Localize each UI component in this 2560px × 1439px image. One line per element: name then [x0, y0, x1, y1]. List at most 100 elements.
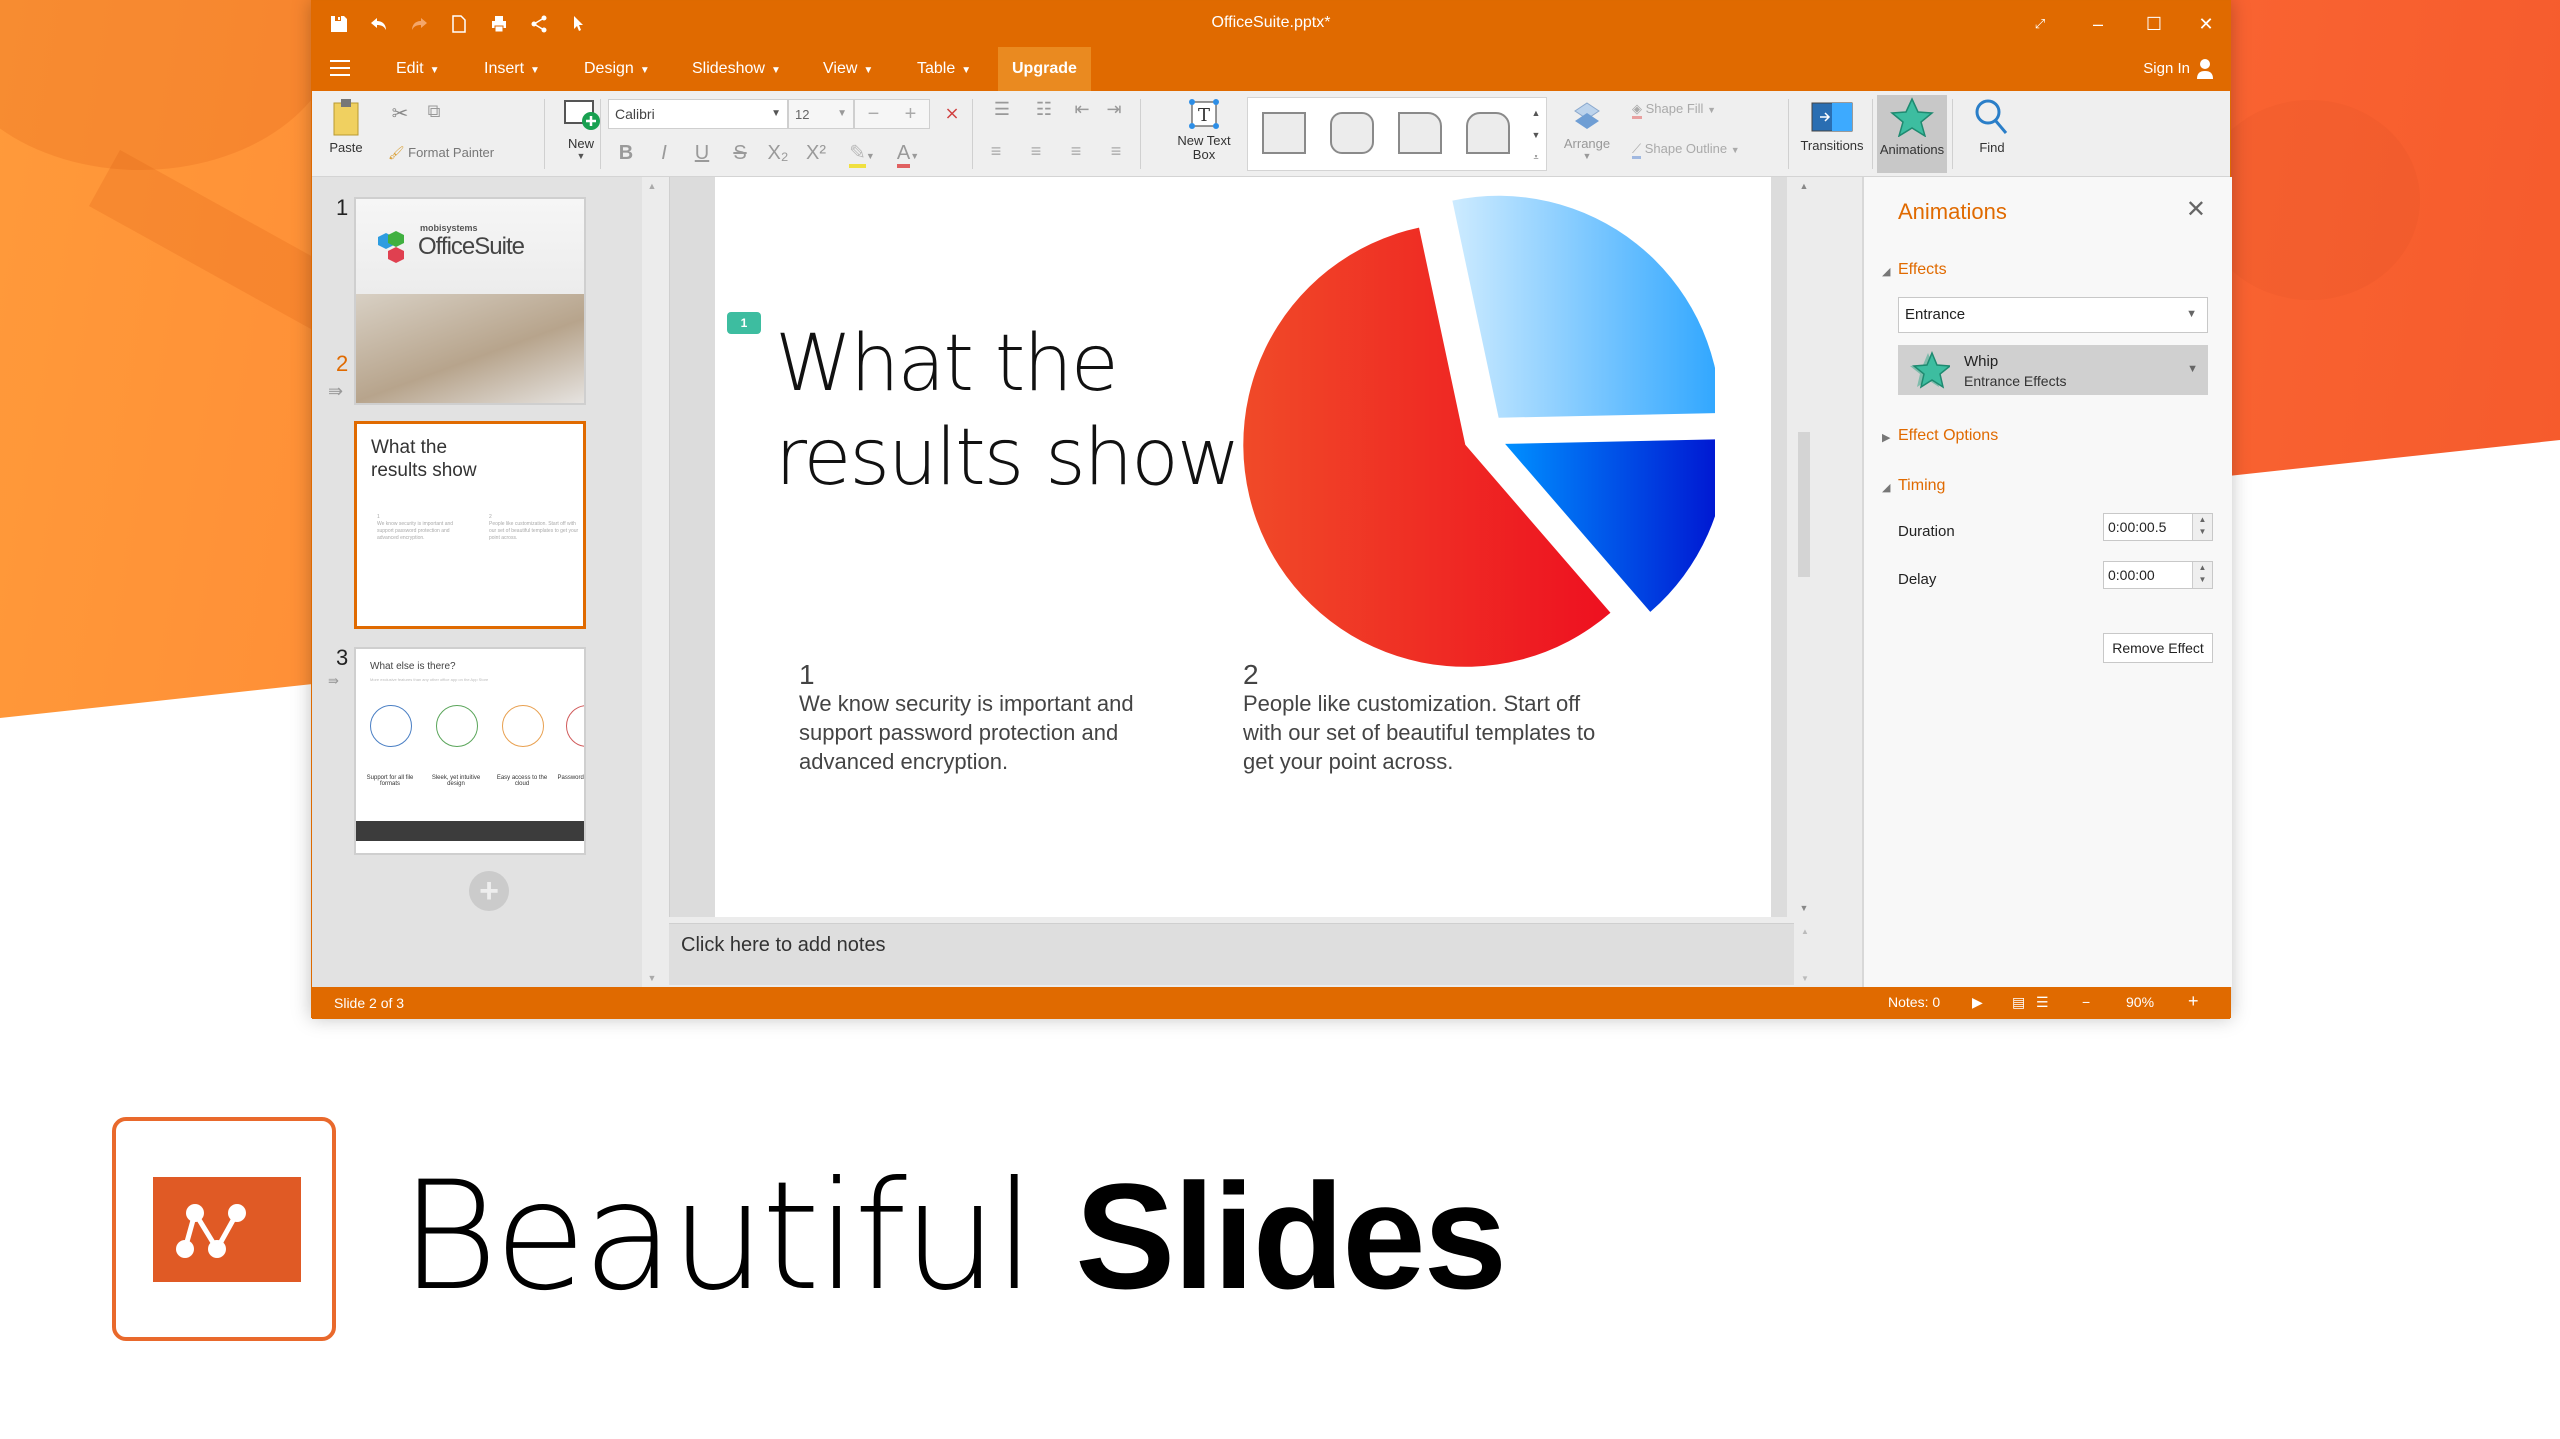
add-slide-button[interactable]: +: [469, 871, 509, 911]
italic-button[interactable]: I: [650, 139, 678, 167]
decrease-indent-button[interactable]: ⇤: [1070, 99, 1094, 120]
align-left-button[interactable]: ≡: [984, 141, 1008, 162]
scroll-up-icon[interactable]: ▲: [642, 177, 662, 191]
scroll-down-icon[interactable]: ▼: [1795, 903, 1813, 913]
new-slide-button[interactable]: New ▼: [556, 97, 606, 161]
column-2-text[interactable]: People like customization. Start off wit…: [1243, 689, 1623, 776]
print-button[interactable]: [486, 11, 512, 37]
font-name-select[interactable]: Calibri ▼: [608, 99, 788, 129]
zoom-level[interactable]: 90%: [2126, 994, 2154, 1010]
scroll-down-icon[interactable]: ▼: [642, 973, 662, 983]
effect-options-section-header[interactable]: Effect Options: [1898, 427, 1998, 445]
hamburger-menu-icon[interactable]: [330, 60, 350, 78]
increase-font-icon[interactable]: +: [905, 103, 917, 126]
strikethrough-button[interactable]: S: [726, 139, 754, 167]
cut-button[interactable]: ✂: [388, 101, 412, 126]
shape-snipped-rectangle[interactable]: [1398, 112, 1442, 154]
copy-button[interactable]: ⧉: [422, 101, 446, 122]
shape-outline-button[interactable]: ⟋ Shape Outline ▼: [1632, 141, 1772, 159]
save-button[interactable]: [326, 11, 352, 37]
column-1-text[interactable]: We know security is important and suppor…: [799, 689, 1179, 776]
timing-section-header[interactable]: Timing: [1898, 477, 1945, 495]
slide-scrollbar[interactable]: ▲ ▼: [1795, 177, 1813, 917]
close-window-button[interactable]: ✕: [2186, 9, 2226, 39]
maximize-button[interactable]: ☐: [2134, 9, 2174, 39]
new-document-button[interactable]: [446, 11, 472, 37]
shape-round-top-rectangle[interactable]: [1466, 112, 1510, 154]
underline-button[interactable]: U: [688, 139, 716, 167]
superscript-button[interactable]: X²: [802, 139, 830, 167]
paste-button[interactable]: Paste: [324, 97, 368, 155]
scroll-up-icon[interactable]: ▲: [1795, 177, 1813, 191]
slide-thumbnail-1[interactable]: mobisystems OfficeSuite: [354, 197, 586, 405]
align-center-button[interactable]: ≡: [1024, 141, 1048, 162]
font-size-stepper[interactable]: − +: [854, 99, 930, 129]
slide-thumbnail-2[interactable]: What the results show 1 We know security …: [354, 421, 586, 629]
fullscreen-button[interactable]: ⤢: [2020, 9, 2060, 39]
increase-indent-button[interactable]: ⇥: [1102, 99, 1126, 120]
gallery-scroll[interactable]: ▲ ▼ ⩡: [1530, 102, 1542, 168]
effect-category-select[interactable]: Entrance ▼: [1898, 297, 2208, 333]
slide-canvas[interactable]: 1 What the results show 1 We know securi…: [715, 177, 1771, 917]
share-button[interactable]: [526, 11, 552, 37]
zoom-out-button[interactable]: −: [2082, 994, 2090, 1010]
menu-slideshow[interactable]: Slideshow ▼: [684, 47, 789, 91]
scroll-thumb[interactable]: [1798, 432, 1810, 577]
font-size-select[interactable]: 12 ▼: [788, 99, 854, 129]
sign-in-button[interactable]: Sign In: [2143, 47, 2214, 91]
zoom-in-button[interactable]: +: [2188, 991, 2199, 1012]
notes-count[interactable]: Notes: 0: [1888, 994, 1940, 1010]
notes-scrollbar[interactable]: ▲ ▼: [1797, 923, 1813, 985]
outline-view-button[interactable]: ☰: [2036, 994, 2049, 1011]
pie-slice-2[interactable]: [1452, 195, 1715, 418]
remove-effect-button[interactable]: Remove Effect: [2103, 633, 2213, 663]
undo-button[interactable]: [366, 11, 392, 37]
new-text-box-button[interactable]: T New Text Box: [1174, 97, 1234, 162]
collapse-triangle-icon[interactable]: ◢: [1882, 481, 1890, 494]
minimize-button[interactable]: –: [2078, 9, 2118, 39]
clear-formatting-button[interactable]: ⨯: [940, 103, 964, 124]
font-color-button[interactable]: A▼: [888, 139, 928, 168]
expand-triangle-icon[interactable]: ▶: [1882, 431, 1890, 444]
bullets-button[interactable]: ☰: [984, 99, 1020, 120]
arrange-button[interactable]: Arrange ▼: [1562, 99, 1612, 161]
shape-rounded-rectangle[interactable]: [1330, 112, 1374, 154]
delay-spinner[interactable]: 0:00:00 ▲ ▼: [2103, 561, 2213, 589]
thumbnails-scrollbar[interactable]: ▲ ▼: [642, 177, 662, 987]
slide-thumbnail-3[interactable]: What else is there? More exclusive featu…: [354, 647, 586, 855]
spinner-arrows-icon[interactable]: ▲ ▼: [2192, 514, 2212, 540]
shape-rectangle[interactable]: [1262, 112, 1306, 154]
highlight-color-button[interactable]: ✎▼: [842, 139, 882, 168]
decrease-font-icon[interactable]: −: [868, 103, 880, 126]
find-button[interactable]: Find: [1967, 97, 2017, 155]
redo-button[interactable]: [406, 11, 432, 37]
slide-title[interactable]: What the results show: [775, 317, 1241, 505]
pie-chart[interactable]: [1235, 177, 1715, 677]
notes-field[interactable]: Click here to add notes: [669, 923, 1794, 985]
numbering-button[interactable]: ☷: [1026, 99, 1062, 120]
menu-table[interactable]: Table ▼: [909, 47, 979, 91]
shape-fill-button[interactable]: ◈ Shape Fill ▼: [1632, 101, 1752, 119]
duration-spinner[interactable]: 0:00:00.5 ▲ ▼: [2103, 513, 2213, 541]
touch-mode-button[interactable]: [566, 11, 592, 37]
subscript-button[interactable]: X₂: [764, 139, 792, 167]
menu-insert[interactable]: Insert ▼: [476, 47, 548, 91]
menu-view[interactable]: View ▼: [815, 47, 881, 91]
effect-select[interactable]: Whip Entrance Effects ▼: [1898, 345, 2208, 395]
animation-order-badge[interactable]: 1: [727, 312, 761, 334]
menu-edit[interactable]: Edit ▼: [388, 47, 447, 91]
transitions-button[interactable]: Transitions: [1794, 99, 1870, 153]
format-painter-button[interactable]: 🖌 Format Painter: [388, 145, 528, 161]
spinner-arrows-icon[interactable]: ▲ ▼: [2192, 562, 2212, 588]
menu-design[interactable]: Design ▼: [576, 47, 658, 91]
normal-view-button[interactable]: ▤: [2012, 994, 2025, 1011]
align-right-button[interactable]: ≡: [1064, 141, 1088, 162]
effects-section-header[interactable]: Effects: [1898, 261, 1947, 279]
collapse-triangle-icon[interactable]: ◢: [1882, 265, 1890, 278]
close-pane-button[interactable]: ✕: [2186, 195, 2206, 224]
bold-button[interactable]: B: [612, 139, 640, 167]
justify-button[interactable]: ≡: [1104, 141, 1128, 162]
play-slideshow-button[interactable]: ▶: [1972, 994, 1983, 1011]
animations-button[interactable]: Animations: [1877, 95, 1947, 173]
menu-upgrade[interactable]: Upgrade: [998, 47, 1091, 91]
